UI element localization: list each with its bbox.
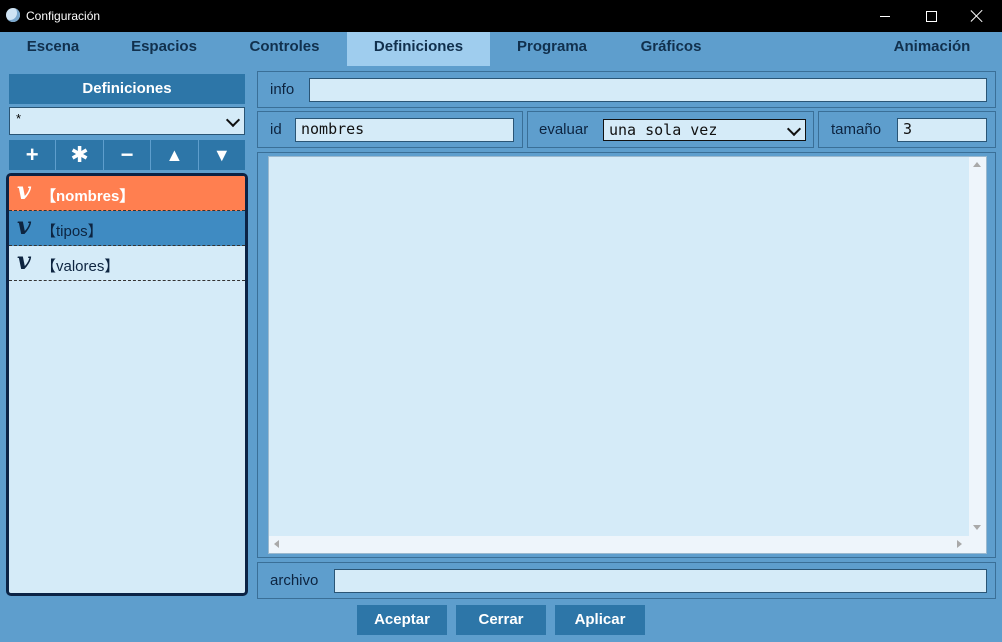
list-item-label: 【valores】 bbox=[41, 258, 120, 275]
scroll-down-icon[interactable] bbox=[973, 525, 981, 530]
scroll-left-icon[interactable] bbox=[274, 540, 279, 548]
info-label: info bbox=[270, 81, 295, 98]
window-title: Configuración bbox=[26, 9, 101, 23]
minimize-icon bbox=[880, 15, 890, 17]
filter-select[interactable]: * bbox=[9, 107, 245, 135]
sidebar-header: Definiciones bbox=[9, 74, 245, 104]
remove-button[interactable]: − bbox=[103, 140, 151, 170]
scrollbar-corner bbox=[969, 536, 986, 553]
move-down-button[interactable]: ▼ bbox=[198, 140, 246, 170]
horizontal-scrollbar[interactable] bbox=[269, 536, 971, 553]
evaluar-select[interactable]: una sola vez bbox=[603, 119, 806, 141]
maximize-icon bbox=[925, 10, 937, 22]
id-row: id nombres bbox=[257, 111, 523, 148]
definitions-sidebar: Definiciones * + ✱ − ▲ ▼ v 【nombres】 v 【… bbox=[6, 70, 248, 598]
tamano-label: tamaño bbox=[831, 121, 882, 138]
list-item[interactable]: v 【tipos】 bbox=[9, 211, 245, 246]
variable-icon: v bbox=[17, 176, 31, 205]
chevron-down-icon bbox=[786, 121, 802, 137]
minimize-button[interactable] bbox=[862, 0, 908, 32]
expression-editor[interactable] bbox=[268, 156, 987, 554]
filter-value: * bbox=[16, 111, 22, 126]
info-input[interactable] bbox=[309, 78, 987, 102]
app-icon bbox=[6, 8, 20, 22]
duplicate-button[interactable]: ✱ bbox=[56, 140, 103, 170]
tab-graficos[interactable]: Gráficos bbox=[614, 32, 728, 66]
id-input[interactable]: nombres bbox=[295, 118, 514, 142]
maximize-button[interactable] bbox=[908, 0, 954, 32]
tab-escena[interactable]: Escena bbox=[0, 32, 106, 66]
variable-icon: v bbox=[17, 246, 31, 275]
accept-button[interactable]: Aceptar bbox=[357, 605, 447, 635]
scroll-up-icon[interactable] bbox=[973, 162, 981, 167]
archivo-label: archivo bbox=[270, 572, 319, 589]
apply-button[interactable]: Aplicar bbox=[555, 605, 645, 635]
configuration-window: Configuración Escena Espacios Controles … bbox=[0, 0, 1002, 642]
variable-icon: v bbox=[17, 211, 31, 240]
id-label: id bbox=[270, 121, 282, 138]
tamano-row: tamaño 3 bbox=[818, 111, 996, 148]
title-bar: Configuración bbox=[0, 0, 1002, 32]
evaluar-value: una sola vez bbox=[609, 121, 718, 139]
list-item[interactable]: v 【nombres】 bbox=[9, 176, 245, 211]
vertical-scrollbar[interactable] bbox=[969, 157, 986, 538]
tab-definiciones[interactable]: Definiciones bbox=[347, 32, 490, 66]
list-item-label: 【nombres】 bbox=[41, 188, 135, 205]
list-item-label: 【tipos】 bbox=[41, 223, 103, 240]
archivo-row: archivo bbox=[257, 562, 996, 599]
tab-programa[interactable]: Programa bbox=[490, 32, 614, 66]
close-button[interactable] bbox=[954, 0, 1000, 32]
tab-controles[interactable]: Controles bbox=[222, 32, 347, 66]
close-icon bbox=[971, 10, 983, 22]
archivo-input[interactable] bbox=[334, 569, 987, 593]
editor-row bbox=[257, 152, 996, 558]
chevron-down-icon bbox=[225, 112, 241, 128]
tab-bar: Escena Espacios Controles Definiciones P… bbox=[0, 32, 1002, 66]
close-dialog-button[interactable]: Cerrar bbox=[456, 605, 546, 635]
tab-espacios[interactable]: Espacios bbox=[106, 32, 222, 66]
evaluar-row: evaluar una sola vez bbox=[527, 111, 814, 148]
tamano-input[interactable]: 3 bbox=[897, 118, 987, 142]
move-up-button[interactable]: ▲ bbox=[151, 140, 198, 170]
add-button[interactable]: + bbox=[9, 140, 56, 170]
evaluar-label: evaluar bbox=[539, 121, 589, 138]
sidebar-toolbar: + ✱ − ▲ ▼ bbox=[9, 140, 246, 170]
list-item[interactable]: v 【valores】 bbox=[9, 246, 245, 281]
scroll-right-icon[interactable] bbox=[957, 540, 962, 548]
tab-animacion[interactable]: Animación bbox=[862, 32, 1002, 66]
info-row: info bbox=[257, 71, 996, 108]
definitions-list: v 【nombres】 v 【tipos】 v 【valores】 bbox=[6, 173, 248, 596]
